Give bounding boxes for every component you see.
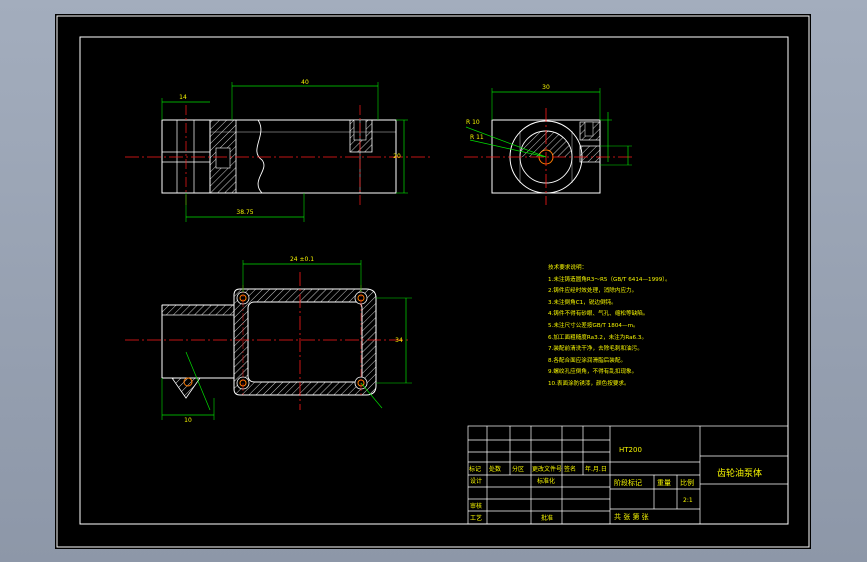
note-item: 5.未注尺寸公差按GB/T 1804—m。 <box>548 322 639 329</box>
technical-notes: 技术要求说明： 1.未注铸造圆角R3～R5（GB/T 6414—1999）。 2… <box>548 263 698 391</box>
inlet-tube <box>161 304 234 379</box>
note-item: 1.未注铸造圆角R3～R5（GB/T 6414—1999）。 <box>548 276 671 283</box>
note-item: 8.各配合面应涂润滑脂后装配。 <box>548 357 627 364</box>
side-view: 30 R 10 R 11 <box>464 84 632 205</box>
design-label: 设计 <box>470 478 483 485</box>
dim-side-radius-a: R 10 <box>466 119 480 126</box>
scale-value: 2:1 <box>683 497 693 504</box>
dim-front-bottom: 38.75 <box>236 209 253 216</box>
scale-label: 比例 <box>680 479 694 487</box>
stage-label: 阶段标记 <box>614 479 642 487</box>
row-label: 分区 <box>512 466 525 473</box>
front-view: 40 14 20 38.75 <box>125 79 432 222</box>
sheet-info: 共 张 第 张 <box>614 513 649 521</box>
note-item: 6.加工面粗糙度Ra3.2，未注为Ra6.3。 <box>548 334 648 341</box>
approve-label: 批准 <box>541 515 554 522</box>
dim-plan-right: 34 <box>395 337 403 344</box>
row-label: 更改文件号 <box>532 466 563 473</box>
note-item: 9.螺纹孔应倒角，不得有乱扣现象。 <box>548 369 638 376</box>
note-item: 10.表面涂防锈漆，颜色按要求。 <box>548 380 630 387</box>
weight-label: 重量 <box>657 479 671 487</box>
process-label: 工艺 <box>470 515 483 522</box>
standardization-label: 标准化 <box>537 478 556 485</box>
dim-front-top: 40 <box>301 79 309 86</box>
review-label: 审核 <box>470 503 483 510</box>
material-label: HT200 <box>619 446 642 454</box>
note-item: 7.装配前清洗干净，去除毛刺和油污。 <box>548 346 643 353</box>
note-item: 3.未注倒角C1，锐边倒钝。 <box>548 299 617 306</box>
dim-plan-top: 24 ±0.1 <box>290 256 314 263</box>
row-label: 年.月.日 <box>585 466 607 473</box>
casing-inner <box>247 301 363 383</box>
part-name: 齿轮油泵体 <box>717 469 763 479</box>
dim-side-radius-b: R 11 <box>470 134 484 141</box>
row-label: 签名 <box>564 466 577 473</box>
notes-title: 技术要求说明： <box>548 265 588 271</box>
break-line <box>256 119 265 194</box>
dim-front-right: 20 <box>393 153 401 160</box>
dim-side-top: 30 <box>542 84 550 91</box>
row-label: 处数 <box>489 466 502 473</box>
note-item: 2.铸件应经时效处理，消除内应力。 <box>548 288 638 295</box>
row-label: 标记 <box>469 466 482 473</box>
plan-view: 24 ±0.1 34 10 <box>125 256 412 424</box>
note-item: 4.铸件不得有砂眼、气孔、缩松等缺陷。 <box>548 311 649 318</box>
dim-plan-bottom: 10 <box>184 417 192 424</box>
dim-front-left: 14 <box>179 94 187 101</box>
